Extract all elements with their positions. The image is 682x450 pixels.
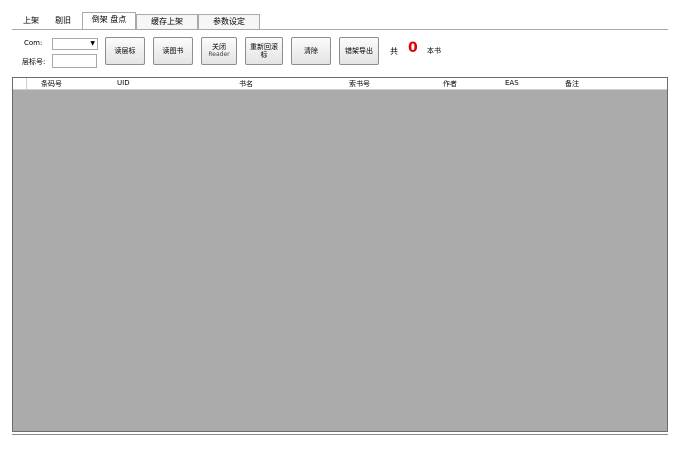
count-suffix: 本书 — [427, 47, 441, 55]
status-divider — [12, 434, 668, 435]
export-misplaced-button[interactable]: 错架导出 — [339, 37, 379, 65]
reread-button[interactable]: 重新回滚 标 — [245, 37, 283, 65]
read-book-label: 读图书 — [162, 47, 184, 55]
col-eas[interactable]: EAS — [505, 79, 519, 87]
count-prefix: 共 — [390, 47, 398, 56]
read-book-button[interactable]: 读图书 — [153, 37, 193, 65]
close-reader-sublabel: Reader — [208, 51, 230, 58]
clear-button[interactable]: 清除 — [291, 37, 331, 65]
col-uid[interactable]: UID — [117, 79, 130, 87]
tab-weeding[interactable]: 剔旧 — [48, 14, 78, 28]
read-shelf-label: 读层标 — [114, 47, 136, 55]
shelf-number-input[interactable] — [52, 54, 97, 68]
close-reader-button[interactable]: 关闭 Reader — [201, 37, 237, 65]
read-shelf-button[interactable]: 读层标 — [105, 37, 145, 65]
tab-shelving[interactable]: 上架 — [16, 14, 46, 28]
books-table[interactable]: 条码号 UID 书名 索书号 作者 EAS 备注 — [12, 77, 668, 432]
inventory-panel: Com: ▼ 层标号: 读层标 读图书 关闭 Reader 重新回滚 标 清除 … — [12, 30, 668, 435]
col-title[interactable]: 书名 — [239, 79, 253, 89]
reread-sublabel: 标 — [260, 51, 268, 59]
col-call-number[interactable]: 索书号 — [349, 79, 370, 89]
com-label: Com: — [24, 39, 43, 47]
tab-cached-shelving[interactable]: 缓存上架 — [136, 14, 198, 29]
tab-inventory[interactable]: 倒架 盘点 — [82, 12, 136, 29]
tab-settings[interactable]: 参数设定 — [198, 14, 260, 29]
com-select[interactable]: ▼ — [52, 38, 98, 50]
book-count: 0 — [408, 40, 418, 56]
col-remarks[interactable]: 备注 — [565, 79, 579, 89]
row-header-corner — [13, 78, 27, 89]
clear-label: 清除 — [304, 47, 318, 55]
close-reader-label: 关闭 — [212, 43, 226, 51]
reread-label: 重新回滚 — [250, 43, 278, 51]
table-header: 条码号 UID 书名 索书号 作者 EAS 备注 — [13, 78, 667, 90]
col-barcode[interactable]: 条码号 — [41, 79, 62, 89]
export-misplaced-label: 错架导出 — [345, 47, 373, 55]
chevron-down-icon[interactable]: ▼ — [90, 39, 95, 49]
shelf-label: 层标号: — [22, 58, 46, 66]
tab-bar: 上架 剔旧 倒架 盘点 缓存上架 参数设定 — [12, 12, 668, 30]
col-author[interactable]: 作者 — [443, 79, 457, 89]
